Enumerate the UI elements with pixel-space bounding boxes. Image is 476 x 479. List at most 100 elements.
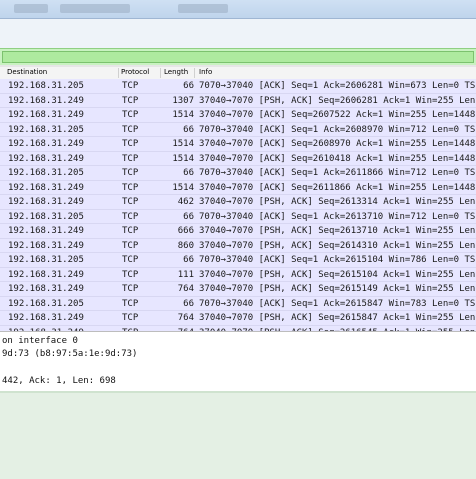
packet-row[interactable]: 192.168.31.205 TCP 66 7070→37040 [ACK] Seq=…: [0, 166, 476, 181]
packet-protocol: TCP: [122, 298, 139, 309]
detail-line-frame[interactable]: on interface 0: [2, 336, 78, 346]
packet-info: 7070→37040 [ACK] Seq=1 Ack=2611866 Win=7…: [199, 168, 476, 178]
window-title-bar: [0, 0, 476, 19]
column-header-info[interactable]: Info: [199, 68, 212, 76]
packet-row[interactable]: 192.168.31.249 TCP 764 37040→7070 [PSH, ACK…: [0, 311, 476, 326]
packet-row[interactable]: 192.168.31.249 TCP 1307 37040→7070 [PSH, AC…: [0, 93, 476, 108]
packet-destination: 192.168.31.205: [8, 255, 84, 265]
packet-details-pane[interactable]: on interface 0 9d:73 (b8:97:5a:1e:9d:73)…: [0, 331, 476, 392]
packet-protocol: TCP: [122, 139, 139, 149]
detail-line-ethernet[interactable]: 9d:73 (b8:97:5a:1e:9d:73): [2, 349, 137, 359]
packet-destination: 192.168.31.205: [8, 168, 84, 178]
title-tab-blurred: [60, 4, 130, 13]
packet-row[interactable]: 192.168.31.249 TCP 1514 37040→7070 [ACK] Se…: [0, 108, 476, 123]
packet-protocol: TCP: [122, 226, 139, 236]
packet-info: 37040→7070 [PSH, ACK] Seq=2614310 Ack=1 …: [199, 240, 476, 251]
column-header-destination[interactable]: Destination: [7, 68, 47, 76]
packet-row[interactable]: 192.168.31.205 TCP 66 7070→37040 [ACK] Seq=…: [0, 296, 476, 311]
packet-row[interactable]: 192.168.31.205 TCP 66 7070→37040 [ACK] Seq=…: [0, 79, 476, 94]
packet-length: 1514: [172, 182, 194, 193]
column-header-length[interactable]: Length: [164, 68, 188, 76]
packet-protocol: TCP: [122, 284, 139, 294]
packet-destination: 192.168.31.249: [8, 284, 84, 294]
detail-line-tcp[interactable]: 442, Ack: 1, Len: 698: [2, 376, 116, 386]
packet-destination: 192.168.31.249: [8, 139, 84, 149]
packet-row[interactable]: 192.168.31.249 TCP 860 37040→7070 [PSH, ACK…: [0, 238, 476, 253]
packet-row[interactable]: 192.168.31.205 TCP 66 7070→37040 [ACK] Seq=…: [0, 253, 476, 268]
packet-protocol: TCP: [122, 240, 139, 251]
packet-length: 1514: [172, 153, 194, 164]
packet-info: 37040→7070 [PSH, ACK] Seq=2613710 Ack=1 …: [199, 226, 476, 236]
packet-destination: 192.168.31.249: [8, 110, 84, 120]
packet-row[interactable]: 192.168.31.249 TCP 111 37040→7070 [PSH, ACK…: [0, 267, 476, 282]
packet-protocol: TCP: [122, 81, 139, 91]
packet-info: 7070→37040 [ACK] Seq=1 Ack=2606281 Win=6…: [199, 81, 476, 91]
packet-row[interactable]: 192.168.31.249 TCP 666 37040→7070 [PSH, ACK…: [0, 224, 476, 239]
packet-length: 66: [183, 124, 194, 135]
display-filter-input[interactable]: [2, 51, 474, 63]
packet-protocol: TCP: [122, 95, 139, 106]
packet-info: 7070→37040 [ACK] Seq=1 Ack=2615104 Win=7…: [199, 255, 476, 265]
packet-info: 37040→7070 [PSH, ACK] Seq=2606281 Ack=1 …: [199, 95, 476, 106]
packet-destination: 192.168.31.249: [8, 313, 84, 323]
packet-info: 37040→7070 [ACK] Seq=2610418 Ack=1 Win=2…: [199, 153, 476, 164]
column-separator[interactable]: [160, 68, 161, 78]
packet-length: 66: [183, 168, 194, 178]
packet-info: 7070→37040 [ACK] Seq=1 Ack=2615847 Win=7…: [199, 298, 476, 309]
packet-row[interactable]: 192.168.31.205 TCP 66 7070→37040 [ACK] Seq=…: [0, 122, 476, 137]
packet-protocol: TCP: [122, 211, 139, 222]
packet-protocol: TCP: [122, 255, 139, 265]
packet-protocol: TCP: [122, 168, 139, 178]
packet-row[interactable]: 192.168.31.249 TCP 462 37040→7070 [PSH, ACK…: [0, 195, 476, 210]
packet-length: 1514: [172, 139, 194, 149]
toolbar-area: [0, 19, 476, 48]
packet-row[interactable]: 192.168.31.249 TCP 1514 37040→7070 [ACK] Se…: [0, 151, 476, 166]
packet-destination: 192.168.31.249: [8, 226, 84, 236]
column-separator[interactable]: [118, 68, 119, 78]
packet-length: 66: [183, 211, 194, 222]
packet-protocol: TCP: [122, 313, 139, 323]
packet-destination: 192.168.31.249: [8, 95, 84, 106]
packet-length: 1514: [172, 110, 194, 120]
packet-protocol: TCP: [122, 124, 139, 135]
packet-destination: 192.168.31.205: [8, 124, 84, 135]
packet-list[interactable]: 192.168.31.205 TCP 66 7070→37040 [ACK] Seq=…: [0, 79, 476, 331]
packet-info: 7070→37040 [ACK] Seq=1 Ack=2608970 Win=7…: [199, 124, 476, 135]
packet-protocol: TCP: [122, 197, 139, 207]
column-separator[interactable]: [194, 68, 195, 78]
packet-length: 66: [183, 298, 194, 309]
packet-destination: 192.168.31.205: [8, 81, 84, 91]
packet-row[interactable]: 192.168.31.205 TCP 66 7070→37040 [ACK] Seq=…: [0, 209, 476, 224]
packet-length: 1307: [172, 95, 194, 106]
packet-info: 37040→7070 [PSH, ACK] Seq=2615149 Ack=1 …: [199, 284, 476, 294]
packet-length: 764: [177, 313, 194, 323]
packet-destination: 192.168.31.249: [8, 269, 84, 280]
packet-length: 66: [183, 255, 194, 265]
packet-row[interactable]: 192.168.31.249 TCP 764 37040→7070 [PSH, ACK…: [0, 282, 476, 297]
packet-destination: 192.168.31.249: [8, 182, 84, 193]
packet-bytes-pane[interactable]: [0, 391, 476, 479]
packet-info: 37040→7070 [PSH, ACK] Seq=2615104 Ack=1 …: [199, 269, 476, 280]
packet-length: 462: [177, 197, 194, 207]
packet-protocol: TCP: [122, 153, 139, 164]
display-filter-bar: [0, 48, 476, 66]
packet-length: 111: [177, 269, 194, 280]
title-tab-blurred: [14, 4, 48, 13]
packet-protocol: TCP: [122, 182, 139, 193]
packet-row[interactable]: 192.168.31.249 TCP 1514 37040→7070 [ACK] Se…: [0, 180, 476, 195]
packet-destination: 192.168.31.205: [8, 211, 84, 222]
packet-info: 37040→7070 [PSH, ACK] Seq=2615847 Ack=1 …: [199, 313, 476, 323]
packet-protocol: TCP: [122, 269, 139, 280]
column-header-protocol[interactable]: Protocol: [121, 68, 149, 76]
packet-protocol: TCP: [122, 110, 139, 120]
packet-length: 666: [177, 226, 194, 236]
packet-row[interactable]: 192.168.31.249 TCP 1514 37040→7070 [ACK] Se…: [0, 137, 476, 152]
packet-length: 860: [177, 240, 194, 251]
packet-info: 37040→7070 [PSH, ACK] Seq=2613314 Ack=1 …: [199, 197, 476, 207]
title-tab-blurred: [178, 4, 228, 13]
packet-length: 66: [183, 81, 194, 91]
packet-destination: 192.168.31.249: [8, 197, 84, 207]
packet-info: 37040→7070 [ACK] Seq=2607522 Ack=1 Win=2…: [199, 110, 476, 120]
packet-destination: 192.168.31.249: [8, 240, 84, 251]
packet-destination: 192.168.31.205: [8, 298, 84, 309]
